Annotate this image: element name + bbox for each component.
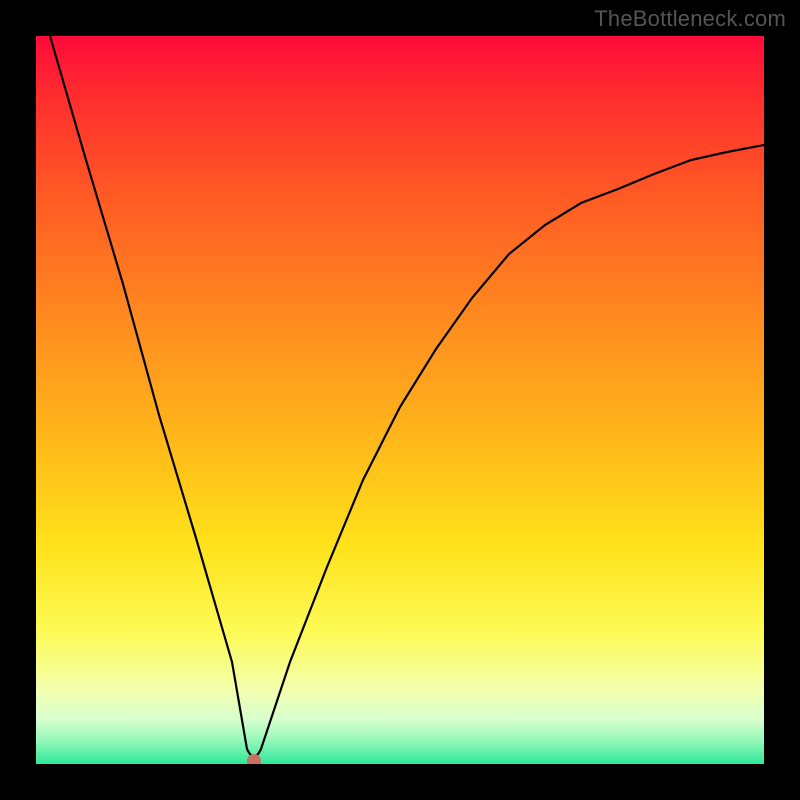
curve-path (50, 36, 764, 757)
watermark-text: TheBottleneck.com (594, 6, 786, 32)
plot-area (36, 36, 764, 764)
bottleneck-marker (247, 754, 261, 764)
chart-frame: TheBottleneck.com (0, 0, 800, 800)
bottleneck-curve (36, 36, 764, 764)
